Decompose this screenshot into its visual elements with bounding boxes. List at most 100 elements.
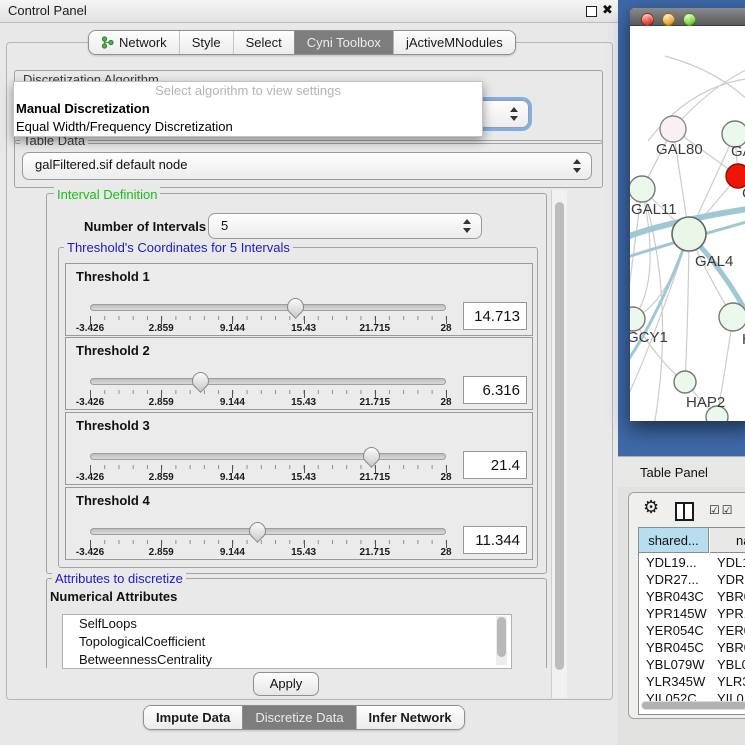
column-header-name[interactable]: name	[710, 528, 745, 553]
node-gal11[interactable]	[630, 176, 655, 202]
numerical-attributes-label: Numerical Attributes	[50, 589, 177, 604]
node-hap2[interactable]	[674, 371, 696, 393]
slider-track[interactable]	[90, 378, 446, 385]
network-view-window[interactable]: GAL80 GA C GAL11 GAL4 GCY1 H HAP2	[630, 8, 745, 421]
table-row[interactable]: YBR043CYBR0	[639, 589, 745, 606]
combo-stepper-icon	[510, 107, 519, 121]
network-icon	[101, 36, 114, 49]
slider-track[interactable]	[90, 528, 446, 535]
tab-infer-network[interactable]: Infer Network	[356, 706, 464, 729]
table-horizontal-scrollbar-thumb[interactable]	[642, 702, 745, 709]
table-row[interactable]: YBR045CYBR0	[639, 640, 745, 657]
panel-scrollbar[interactable]	[551, 190, 567, 698]
close-icon[interactable]: ✖	[602, 2, 613, 18]
threshold-3-panel: Threshold 3 -3.426 2.859 9.144 15.43 21.…	[65, 412, 533, 485]
network-window-titlebar[interactable]	[630, 8, 745, 26]
thresholds-group: Threshold 1 -3.426 2.859 9.144 15.43 21.…	[58, 247, 538, 568]
table-row[interactable]: YDR27...YDR2	[639, 572, 745, 589]
slider-minor-ticks	[90, 390, 446, 394]
node-gal4[interactable]	[672, 217, 706, 251]
threshold-2-value-field[interactable]: 6.316	[463, 376, 527, 404]
threshold-4-slider[interactable]: -3.426 2.859 9.144 15.43 21.715 28	[90, 522, 446, 558]
combo-stepper-icon	[463, 219, 472, 233]
slider-minor-ticks	[90, 465, 446, 469]
tab-impute-data[interactable]: Impute Data	[144, 706, 242, 729]
top-tab-bar: Network Style Select Cyni Toolbox jActiv…	[88, 30, 516, 55]
tab-network[interactable]: Network	[89, 31, 179, 54]
panel-scrollbar-thumb[interactable]	[555, 202, 564, 670]
checkbox-icons[interactable]: ☑☑	[709, 503, 735, 517]
column-header-shared[interactable]: shared...	[639, 528, 709, 553]
table-horizontal-scrollbar[interactable]	[641, 701, 745, 710]
threshold-1-label: Threshold 1	[76, 269, 150, 284]
slider-thumb[interactable]	[192, 372, 209, 389]
interval-definition-label: Interval Definition	[54, 187, 160, 202]
node-label-gcy1: GCY1	[630, 329, 668, 346]
node-h[interactable]	[719, 303, 745, 331]
threshold-1-value-field[interactable]: 14.713	[463, 302, 527, 330]
list-scrollbar-thumb[interactable]	[497, 617, 506, 657]
table-data-combobox[interactable]: galFiltered.sif default node	[22, 152, 592, 180]
node-label-gal11: GAL11	[631, 201, 677, 218]
bottom-tab-bar: Impute Data Discretize Data Infer Networ…	[143, 705, 465, 730]
float-window-icon[interactable]	[586, 6, 597, 17]
node-attribute-table[interactable]: shared... name YDL19...YDL1 YDR27...YDR2…	[638, 527, 745, 715]
node-label-gal4: GAL4	[695, 253, 733, 270]
threshold-4-value-field[interactable]: 11.344	[463, 526, 527, 554]
attributes-group-label: Attributes to discretize	[52, 571, 186, 586]
combo-stepper-icon	[573, 159, 582, 173]
table-row[interactable]: YLR345WYLR3	[639, 674, 745, 691]
zoom-traffic-light[interactable]	[683, 13, 696, 26]
minimize-traffic-light[interactable]	[662, 13, 675, 26]
popup-item-manual-discretization[interactable]: Manual Discretization	[14, 100, 482, 118]
popup-item-equal-width-frequency[interactable]: Equal Width/Frequency Discretization	[14, 118, 482, 136]
threshold-2-label: Threshold 2	[76, 343, 150, 358]
threshold-2-panel: Threshold 2 -3.426 2.859 9.144 15.43 21.…	[65, 337, 533, 410]
thresholds-group-label: Threshold's Coordinates for 5 Intervals	[64, 240, 293, 255]
list-item[interactable]: BetweennessCentrality	[63, 651, 511, 669]
tab-select[interactable]: Select	[233, 31, 294, 54]
table-row[interactable]: YBL079WYBL0	[639, 657, 745, 674]
panel-title: Control Panel	[8, 3, 87, 18]
slider-thumb[interactable]	[363, 447, 380, 464]
algorithm-dropdown-popup: Select algorithm to view settings Manual…	[13, 81, 483, 137]
threshold-1-slider[interactable]: -3.426 2.859 9.144 15.43 21.715 28	[90, 298, 446, 334]
tab-discretize-data[interactable]: Discretize Data	[242, 706, 355, 729]
slider-track[interactable]	[90, 453, 446, 460]
list-item[interactable]: TopologicalCoefficient	[63, 633, 511, 651]
threshold-3-value-field[interactable]: 21.4	[463, 451, 527, 479]
threshold-2-slider[interactable]: -3.426 2.859 9.144 15.43 21.715 28	[90, 372, 446, 408]
table-panel-container: ⚙ ☑☑ shared... name YDL19...YDL1 YDR27..…	[628, 492, 745, 719]
node-gal80[interactable]	[660, 116, 686, 142]
table-panel-title: Table Panel	[640, 465, 708, 480]
numerical-attributes-list[interactable]: SelfLoops TopologicalCoefficient Between…	[62, 614, 512, 669]
tab-jactivemnodules[interactable]: jActiveMNodules	[393, 31, 515, 54]
table-row[interactable]: YPR145WYPR1	[639, 606, 745, 623]
number-of-intervals-label: Number of Intervals	[84, 219, 206, 234]
list-scrollbar[interactable]	[496, 616, 507, 665]
slider-thumb[interactable]	[287, 298, 304, 315]
slider-track[interactable]	[90, 304, 446, 311]
threshold-3-label: Threshold 3	[76, 418, 150, 433]
table-row[interactable]: YDL19...YDL1	[639, 555, 745, 572]
apply-button[interactable]: Apply	[253, 672, 319, 696]
node-label-gal80: GAL80	[656, 141, 703, 158]
network-canvas[interactable]: GAL80 GA C GAL11 GAL4 GCY1 H HAP2	[630, 26, 745, 421]
slider-minor-ticks	[90, 540, 446, 544]
list-item[interactable]: SelfLoops	[63, 615, 511, 633]
gear-icon[interactable]: ⚙	[643, 497, 659, 518]
table-row[interactable]: YER054CYER0	[639, 623, 745, 640]
number-of-intervals-combobox[interactable]: 5	[208, 213, 482, 239]
table-panel-header: Table Panel	[618, 456, 745, 488]
node-label-hap2: HAP2	[686, 394, 725, 411]
network-graph: GAL80 GA C GAL11 GAL4 GCY1 H HAP2	[630, 26, 745, 421]
threshold-3-slider[interactable]: -3.426 2.859 9.144 15.43 21.715 28	[90, 447, 446, 483]
control-panel-titlebar: Control Panel ✖	[0, 0, 618, 23]
node-gcy1[interactable]	[630, 307, 645, 331]
close-traffic-light[interactable]	[641, 13, 654, 26]
slider-thumb[interactable]	[249, 522, 266, 539]
tab-style[interactable]: Style	[179, 31, 233, 54]
popup-hint: Select algorithm to view settings	[14, 82, 482, 100]
tab-cyni-toolbox[interactable]: Cyni Toolbox	[294, 31, 393, 54]
columns-icon[interactable]	[675, 502, 694, 521]
